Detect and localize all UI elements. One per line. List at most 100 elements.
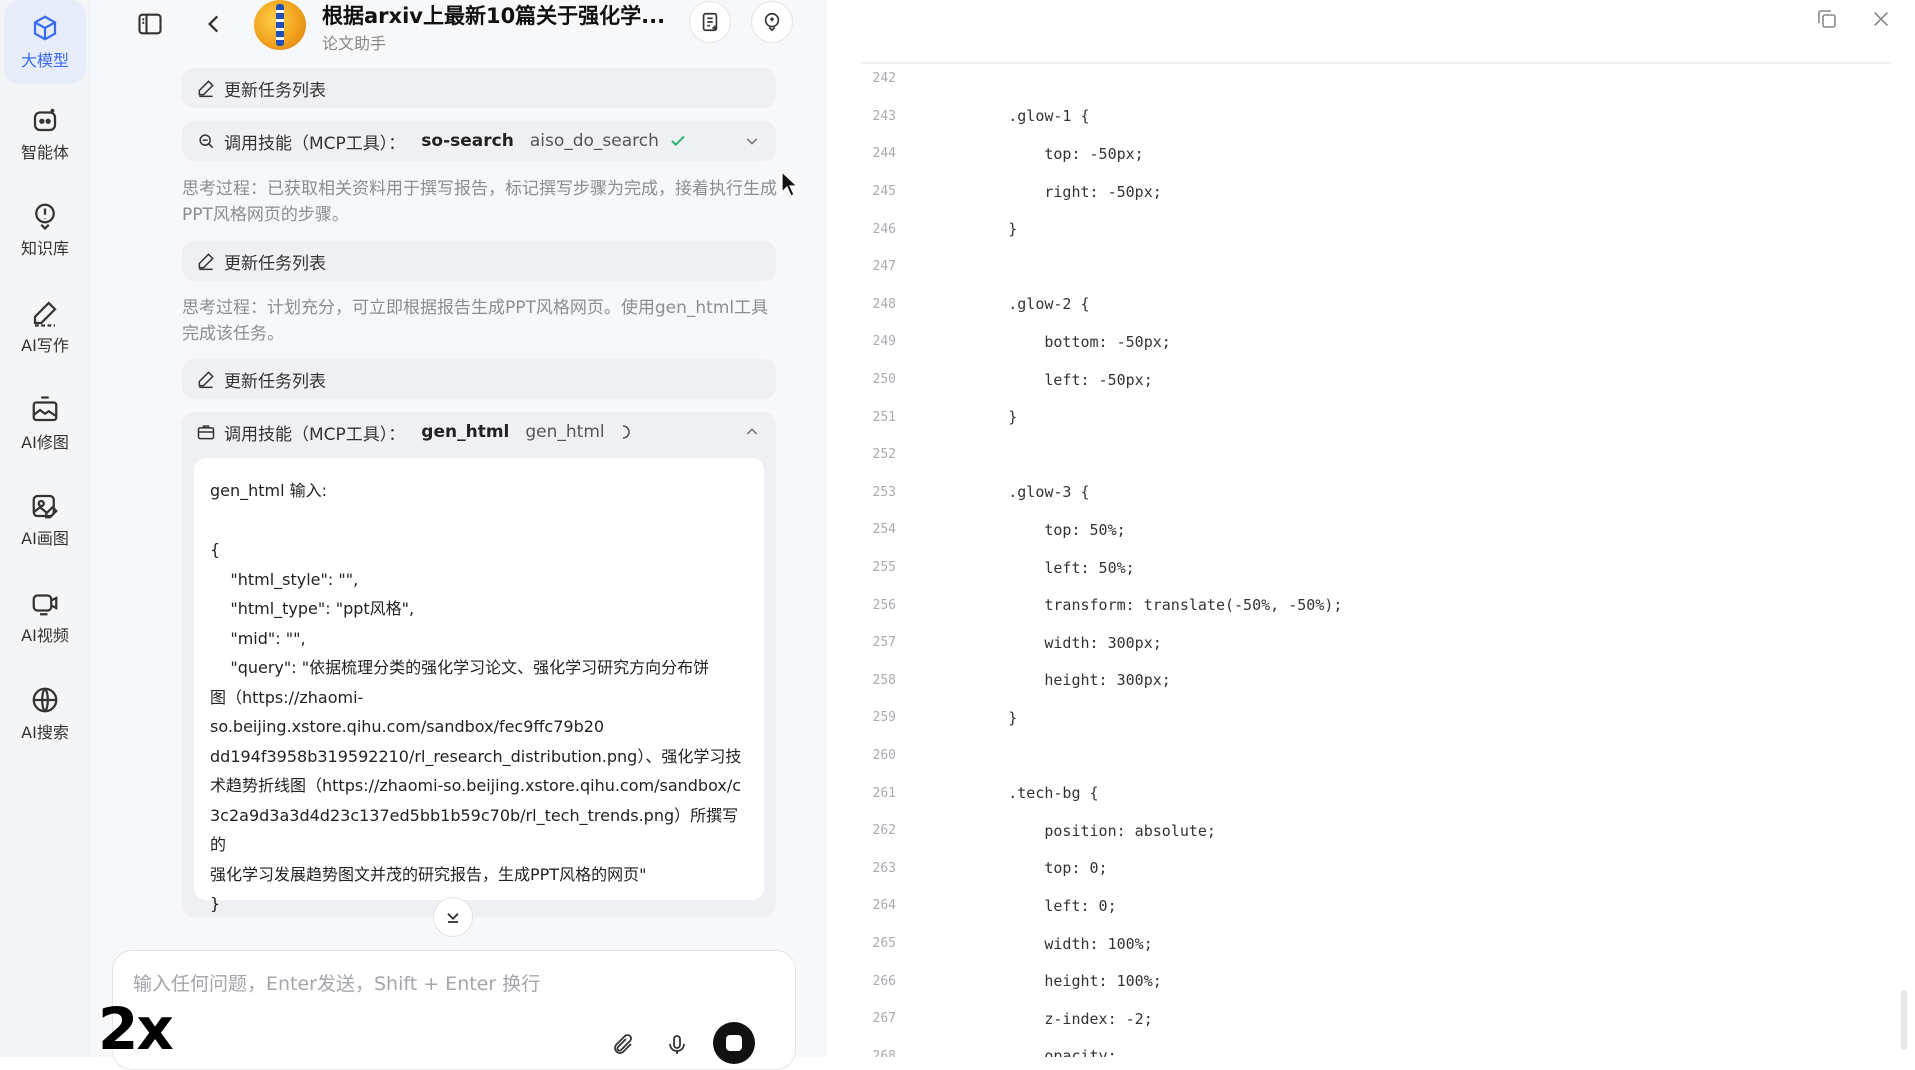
- nav-item-label: AI写作: [21, 336, 69, 355]
- code-lines: 242 243 .glow-1 {244 top: -50px; 245 right…: [826, 62, 1886, 1057]
- tool-call-card-search[interactable]: 调用技能（MCP工具）： so-search aiso_do_search: [182, 121, 776, 161]
- close-button[interactable]: [1864, 2, 1898, 36]
- tool-input-line: {: [210, 540, 221, 559]
- tool-input-line: gen_html 输入:: [210, 481, 328, 500]
- tool-input-line: }: [210, 894, 221, 913]
- tool-input-line: "html_type": "ppt风格",: [210, 599, 415, 618]
- code-text: width: 300px;: [936, 633, 1162, 652]
- task-update-card: 更新任务列表: [182, 68, 776, 108]
- code-line: 247: [826, 248, 1886, 286]
- cube-icon: [33, 15, 57, 41]
- chat-title: 根据arxiv上最新10篇关于强化学...: [322, 4, 666, 28]
- line-number: 268: [872, 1048, 896, 1057]
- nav-item-ai-writing[interactable]: AI写作: [4, 285, 86, 369]
- line-number: 253: [872, 484, 896, 500]
- line-number: 256: [872, 597, 896, 613]
- line-number: 264: [872, 898, 896, 914]
- code-text: opacity:: [936, 1047, 1117, 1057]
- scrollbar[interactable]: [1901, 990, 1907, 1050]
- sidebar-toggle-icon: [138, 13, 162, 35]
- line-number: 250: [872, 372, 896, 388]
- line-number: 260: [872, 748, 896, 764]
- line-number: 262: [872, 823, 896, 839]
- chevron-double-down-icon: [447, 913, 459, 923]
- code-text: }: [936, 220, 1018, 239]
- code-text: .glow-1 {: [936, 107, 1090, 126]
- nav-item-ai-drawing[interactable]: AI画图: [4, 478, 86, 562]
- line-number: 265: [872, 936, 896, 952]
- bulb-icon: [35, 203, 55, 231]
- nav-item-label: 知识库: [20, 239, 69, 258]
- nav-item-large-model[interactable]: 大模型: [4, 0, 86, 84]
- tool-input-line: 强化学习发展趋势图文并茂的研究报告，生成PPT风格的网页": [210, 864, 647, 884]
- line-number: 252: [872, 447, 896, 463]
- edit-icon: [198, 80, 214, 98]
- tool-name: so-search: [421, 131, 514, 151]
- pen-icon: [33, 301, 57, 327]
- line-number: 249: [872, 334, 896, 350]
- code-text: .glow-2 {: [936, 295, 1090, 314]
- code-text: position: absolute;: [936, 821, 1216, 840]
- code-line: 248 .glow-2 {: [826, 286, 1886, 324]
- nav-item-ai-retouch[interactable]: AI修图: [4, 382, 86, 466]
- code-line: 256 transform: translate(-50%, -50%);: [826, 586, 1886, 624]
- attach-button[interactable]: [605, 1027, 641, 1063]
- search-tool-icon: [199, 134, 214, 149]
- chevron-down-icon[interactable]: [744, 133, 760, 149]
- code-text: right: -50px;: [936, 182, 1162, 201]
- code-line: 261 .tech-bg {: [826, 774, 1886, 812]
- tool-input-line: dd194f3958b319592210/rl_research_distrib…: [210, 746, 742, 766]
- code-line: 253 .glow-3 {: [826, 474, 1886, 512]
- line-number: 267: [872, 1011, 896, 1027]
- line-number: 254: [872, 522, 896, 538]
- nav-item-ai-search[interactable]: AI搜索: [4, 672, 86, 756]
- tool-call-prefix: 调用技能（MCP工具）：: [224, 424, 406, 445]
- globe-icon: [32, 687, 58, 713]
- thought-text: 思考过程：已获取相关资料用于撰写报告，标记撰写步骤为完成，接着执行生成PPT风格…: [182, 179, 777, 225]
- tool-input-panel: gen_html 输入: { "html_style": "", "html_t…: [194, 458, 764, 913]
- back-button[interactable]: [196, 6, 232, 42]
- toggle-sidebar-button[interactable]: [132, 6, 168, 42]
- edit-icon: [198, 253, 214, 271]
- scroll-to-bottom-button[interactable]: [433, 897, 473, 937]
- code-line: 255 left: 50%;: [826, 549, 1886, 587]
- nav-item-agents[interactable]: 智能体: [4, 92, 86, 176]
- chevron-up-icon[interactable]: [744, 424, 760, 440]
- code-text: bottom: -50px;: [936, 332, 1171, 351]
- message-input[interactable]: [133, 969, 753, 999]
- line-number: 261: [872, 785, 896, 801]
- code-text: left: 50%;: [936, 558, 1135, 577]
- code-text: top: 0;: [936, 859, 1108, 878]
- stop-generation-button[interactable]: [713, 1022, 755, 1064]
- nav-item-label: AI搜索: [21, 723, 69, 742]
- code-text: height: 300px;: [936, 671, 1171, 690]
- line-number: 243: [872, 108, 896, 124]
- task-update-label: 更新任务列表: [224, 80, 326, 101]
- code-line: 259 }: [826, 699, 1886, 737]
- copy-button[interactable]: [1810, 2, 1844, 36]
- nav-item-label: 大模型: [20, 51, 69, 70]
- code-text: z-index: -2;: [936, 1009, 1153, 1028]
- line-number: 266: [872, 973, 896, 989]
- nav-item-ai-video[interactable]: AI视频: [4, 575, 86, 659]
- copy-icon: [1818, 10, 1836, 28]
- chevron-left-icon: [207, 15, 219, 33]
- code-text: left: -50px;: [936, 370, 1153, 389]
- pin-button[interactable]: [751, 1, 793, 43]
- tool-input-line: "html_style": "",: [210, 569, 359, 589]
- nav-item-label: AI修图: [21, 433, 69, 452]
- new-note-button[interactable]: [689, 1, 731, 43]
- task-update-card: 更新任务列表: [182, 241, 776, 281]
- voice-input-button[interactable]: [659, 1027, 695, 1063]
- line-number: 248: [872, 296, 896, 312]
- edit-icon: [198, 371, 214, 389]
- code-line: 244 top: -50px;: [826, 135, 1886, 173]
- pin-icon: [764, 12, 780, 32]
- image-edit-icon: [32, 396, 58, 422]
- chat-header: 根据arxiv上最新10篇关于强化学... 论文助手: [90, 0, 825, 58]
- task-update-card: 更新任务列表: [182, 359, 776, 399]
- line-number: 259: [872, 710, 896, 726]
- code-line: 249 bottom: -50px;: [826, 323, 1886, 361]
- tool-input-line: 图（https://zhaomi-so.beijing.xstore.qihu.…: [210, 687, 605, 737]
- nav-item-knowledge[interactable]: 知识库: [4, 188, 86, 272]
